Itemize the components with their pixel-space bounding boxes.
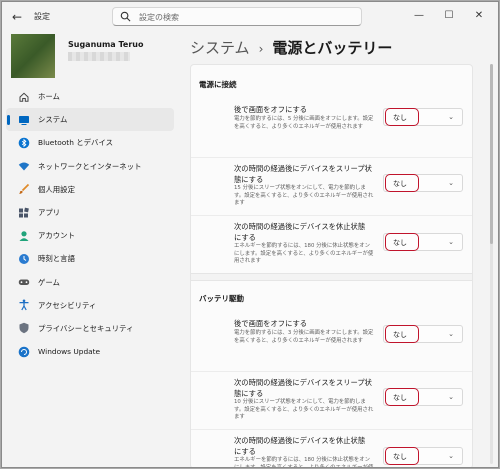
setting-row-screen-off-battery: 後で画面をオフにする 電力を節約するには、3 分後に画面をオフにします。設定を高… <box>191 313 472 371</box>
power-settings-panel: 電源に接続 後で画面をオフにする 電力を節約するには、5 分後に画面をオフにしま… <box>190 64 473 468</box>
setting-row-sleep-battery: 次の時間の経過後にデバイスをスリープ状態にする 10 分後にスリープ状態をオンに… <box>191 371 472 429</box>
sleep-battery-select[interactable]: なし ⌄ <box>383 388 463 406</box>
title-bar: ← 設定 設定の検索 — ☐ ✕ <box>2 2 498 32</box>
highlight-annotation <box>385 325 419 343</box>
setting-description: エネルギーを節約するには、180 分後に休止状態をオンにします。設定を高くすると… <box>234 243 374 264</box>
setting-title: 後で画面をオフにする <box>234 319 308 328</box>
sidebar-item-windows-update[interactable]: Windows Update <box>6 340 174 363</box>
setting-row-screen-off-plugged: 後で画面をオフにする 電力を節約するには、5 分後に画面をオフにします。設定を高… <box>191 99 472 157</box>
apps-icon <box>18 207 30 219</box>
screen-off-battery-select[interactable]: なし ⌄ <box>383 325 463 343</box>
user-email-redacted <box>68 52 130 61</box>
highlight-annotation <box>385 174 419 192</box>
highlight-annotation <box>385 233 419 251</box>
account-icon <box>18 230 30 242</box>
setting-description: 電力を節約するには、3 分後に画面をオフにします。設定を高くすると、より多くのエ… <box>234 330 374 344</box>
bluetooth-icon <box>18 137 30 149</box>
sidebar-item-personalization[interactable]: 個人用設定 <box>6 178 174 201</box>
sidebar-item-label: システム <box>38 115 68 125</box>
sleep-plugged-select[interactable]: なし ⌄ <box>383 174 463 192</box>
scrollbar[interactable] <box>490 64 493 464</box>
hibernate-battery-select[interactable]: なし ⌄ <box>383 447 463 465</box>
highlight-annotation <box>385 108 419 126</box>
setting-row-sleep-plugged: 次の時間の経過後にデバイスをスリープ状態にする 15 分後にスリープ状態をオンに… <box>191 157 472 215</box>
sidebar-item-label: プライバシーとセキュリティ <box>38 323 134 333</box>
sidebar-item-label: アクセシビリティ <box>38 300 97 310</box>
sidebar-item-time-language[interactable]: 時刻と言語 <box>6 247 174 270</box>
chevron-down-icon: ⌄ <box>448 452 454 460</box>
section-divider <box>191 273 472 281</box>
sidebar-item-label: アカウント <box>38 231 75 241</box>
search-placeholder: 設定の検索 <box>139 13 179 22</box>
user-name: Suganuma Teruo <box>68 40 144 49</box>
sidebar-item-label: ゲーム <box>38 277 60 287</box>
chevron-down-icon: ⌄ <box>448 179 454 187</box>
setting-description: 10 分後にスリープ状態をオンにして、電力を節約します。設定を高くすると、より多… <box>234 399 374 420</box>
update-icon <box>18 346 30 358</box>
settings-window: ← 設定 設定の検索 — ☐ ✕ Suganuma Teruo ホーム システム… <box>1 1 499 468</box>
chevron-down-icon: ⌄ <box>448 393 454 401</box>
breadcrumb-parent[interactable]: システム <box>190 39 250 57</box>
app-title: 設定 <box>34 12 50 21</box>
chevron-down-icon: ⌄ <box>448 113 454 121</box>
setting-title: 後で画面をオフにする <box>234 105 308 114</box>
setting-title: 次の時間の経過後にデバイスを休止状態にする <box>234 222 366 242</box>
sidebar-item-label: 個人用設定 <box>38 184 75 194</box>
sidebar-item-gaming[interactable]: ゲーム <box>6 271 174 294</box>
maximize-button[interactable]: ☐ <box>434 6 464 26</box>
sidebar-item-system[interactable]: システム <box>6 108 174 132</box>
setting-title: 次の時間の経過後にデバイスを休止状態にする <box>234 436 366 456</box>
setting-title: 次の時間の経過後にデバイスをスリープ状態にする <box>234 378 372 398</box>
sidebar-item-label: Bluetooth とデバイス <box>38 138 113 148</box>
brush-icon <box>18 183 30 195</box>
page-title: 電源とバッテリー <box>272 39 393 57</box>
sidebar-item-accessibility[interactable]: アクセシビリティ <box>6 294 174 317</box>
sidebar-item-network[interactable]: ネットワークとインターネット <box>6 155 174 178</box>
shield-icon <box>18 322 30 334</box>
system-icon <box>18 114 30 126</box>
highlight-annotation <box>385 447 419 465</box>
search-icon <box>120 11 131 22</box>
back-arrow-icon: ← <box>11 10 23 24</box>
setting-description: 15 分後にスリープ状態をオンにして、電力を節約します。設定を高くすると、より多… <box>234 185 374 206</box>
screen-off-plugged-select[interactable]: なし ⌄ <box>383 108 463 126</box>
sidebar-item-label: ホーム <box>38 92 60 102</box>
hibernate-plugged-select[interactable]: なし ⌄ <box>383 233 463 251</box>
home-icon <box>18 91 30 103</box>
sidebar-item-apps[interactable]: アプリ <box>6 201 174 224</box>
accessibility-icon <box>18 299 30 311</box>
sidebar-item-bluetooth[interactable]: Bluetooth とデバイス <box>6 131 174 154</box>
setting-row-hibernate-plugged: 次の時間の経過後にデバイスを休止状態にする エネルギーを節約するには、180 分… <box>191 215 472 273</box>
chevron-down-icon: ⌄ <box>448 330 454 338</box>
setting-description: エネルギーを節約するには、180 分後に休止状態をオンにします。設定を高くすると… <box>234 457 374 468</box>
window-controls: — ☐ ✕ <box>404 6 494 26</box>
game-icon <box>18 276 30 288</box>
sidebar-item-privacy-security[interactable]: プライバシーとセキュリティ <box>6 317 174 340</box>
sidebar-item-label: アプリ <box>38 208 61 218</box>
highlight-annotation <box>385 388 419 406</box>
minimize-button[interactable]: — <box>404 6 434 26</box>
chevron-down-icon: ⌄ <box>448 238 454 246</box>
section-title-on-battery: バッテリ駆動 <box>199 294 244 303</box>
breadcrumb: システム › 電源とバッテリー <box>190 37 392 58</box>
setting-description: 電力を節約するには、5 分後に画面をオフにします。設定を高くすると、より多くのエ… <box>234 116 374 130</box>
back-button[interactable]: ← <box>8 8 26 26</box>
setting-row-hibernate-battery: 次の時間の経過後にデバイスを休止状態にする エネルギーを節約するには、180 分… <box>191 429 472 468</box>
scrollbar-thumb[interactable] <box>490 64 493 244</box>
section-title-plugged-in: 電源に接続 <box>199 80 237 89</box>
time-language-icon <box>18 253 30 265</box>
user-profile[interactable]: Suganuma Teruo <box>8 32 178 88</box>
wifi-icon <box>18 160 30 172</box>
sidebar-item-label: Windows Update <box>38 347 101 357</box>
sidebar-item-label: ネットワークとインターネット <box>38 161 142 171</box>
search-box[interactable]: 設定の検索 <box>112 7 362 26</box>
sidebar-nav: ホーム システム Bluetooth とデバイス ネットワークとインターネット … <box>6 85 174 363</box>
close-button[interactable]: ✕ <box>464 6 494 26</box>
avatar <box>11 34 55 78</box>
sidebar-item-accounts[interactable]: アカウント <box>6 224 174 247</box>
sidebar-item-home[interactable]: ホーム <box>6 85 174 108</box>
setting-title: 次の時間の経過後にデバイスをスリープ状態にする <box>234 164 372 184</box>
sidebar-item-label: 時刻と言語 <box>38 254 75 264</box>
chevron-right-icon: › <box>258 42 264 56</box>
